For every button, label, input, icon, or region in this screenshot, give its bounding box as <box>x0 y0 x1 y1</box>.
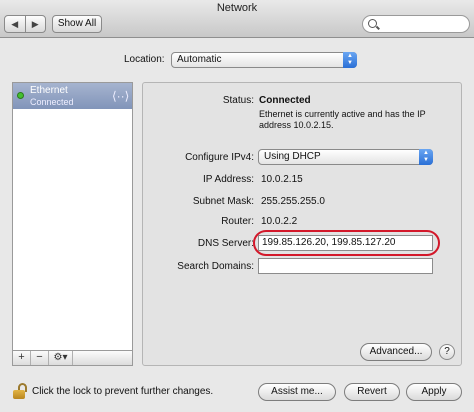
help-button[interactable]: ? <box>439 344 455 360</box>
add-service-button[interactable]: + <box>13 351 31 365</box>
toolbar: Network ◀ ▶ Show All <box>0 0 474 38</box>
service-name: Ethernet <box>30 85 68 96</box>
window-title: Network <box>216 2 258 14</box>
ethernet-icon: ⟨··⟩ <box>112 89 130 103</box>
ip-address-label: IP Address: <box>203 174 254 185</box>
service-list-controls: + − ⚙▾ <box>12 350 133 366</box>
location-value: Automatic <box>177 54 222 65</box>
gear-icon[interactable]: ⚙▾ <box>49 351 73 365</box>
back-button[interactable]: ◀ <box>5 16 25 32</box>
search-field[interactable] <box>362 15 470 33</box>
service-item-ethernet[interactable]: Ethernet Connected ⟨··⟩ <box>13 83 132 109</box>
ip-address-value: 10.0.2.15 <box>261 174 303 185</box>
apply-button[interactable]: Apply <box>406 383 462 401</box>
router-value: 10.0.2.2 <box>261 216 298 227</box>
service-list: Ethernet Connected ⟨··⟩ <box>12 82 133 366</box>
popup-arrows-icon: ▲ ▼ <box>419 149 433 165</box>
configure-ipv4-label: Configure IPv4: <box>185 152 254 163</box>
magnifier-icon <box>368 19 377 28</box>
search-input[interactable] <box>381 17 465 31</box>
router-label: Router: <box>221 216 254 227</box>
lock-message: Click the lock to prevent further change… <box>32 386 214 397</box>
subnet-mask-label: Subnet Mask: <box>192 196 254 207</box>
service-status: Connected <box>30 97 74 107</box>
remove-service-button[interactable]: − <box>31 351 49 365</box>
forward-button[interactable]: ▶ <box>24 16 46 32</box>
dns-server-label: DNS Server: <box>197 238 254 249</box>
lock-icon[interactable] <box>13 383 27 399</box>
configure-ipv4-value: Using DHCP <box>264 151 321 162</box>
show-all-button[interactable]: Show All <box>52 15 102 33</box>
nav-buttons: ◀ ▶ <box>4 15 46 33</box>
search-domains-label: Search Domains: <box>177 261 254 272</box>
status-value: Connected <box>259 95 311 106</box>
location-popup[interactable]: Automatic ▲ ▼ <box>171 52 357 68</box>
revert-button[interactable]: Revert <box>344 383 400 401</box>
status-label: Status: <box>222 95 254 106</box>
configure-ipv4-popup[interactable]: Using DHCP ▲ ▼ <box>258 149 433 165</box>
popup-arrows-icon: ▲ ▼ <box>343 52 357 68</box>
advanced-button[interactable]: Advanced... <box>360 343 432 361</box>
search-domains-field[interactable] <box>258 258 433 274</box>
location-label: Location: <box>124 54 165 65</box>
status-description: Ethernet is currently active and has the… <box>259 109 426 130</box>
subnet-mask-value: 255.255.255.0 <box>261 196 325 207</box>
dns-highlight-circle <box>253 230 440 256</box>
status-dot-icon <box>17 92 24 99</box>
assist-me-button[interactable]: Assist me... <box>258 383 336 401</box>
lock-body <box>13 390 25 399</box>
